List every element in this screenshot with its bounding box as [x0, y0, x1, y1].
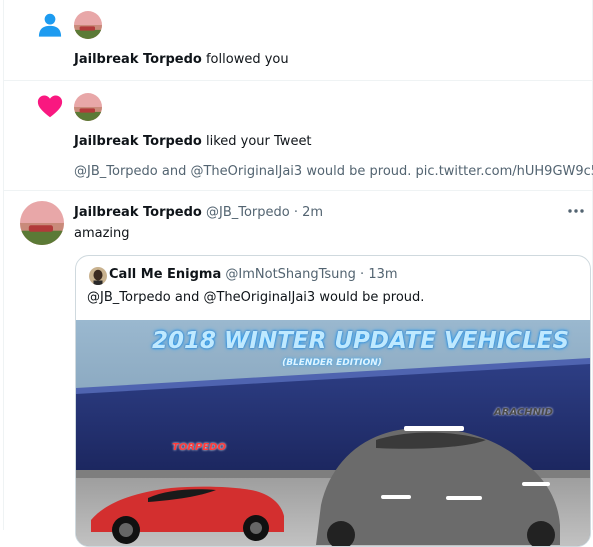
- tweet-author-handle[interactable]: @JB_Torpedo: [206, 205, 290, 220]
- tweet-author-name[interactable]: Jailbreak Torpedo: [74, 205, 202, 220]
- quoted-author-handle[interactable]: @ImNotShangTsung: [225, 267, 356, 282]
- more-horizontal-icon[interactable]: [566, 203, 586, 219]
- notification-action-text: followed you: [205, 52, 289, 67]
- media-subtitle: (BLENDER EDITION): [282, 358, 382, 368]
- tweet-time[interactable]: 2m: [302, 205, 323, 220]
- media-title: 2018 WINTER UPDATE VEHICLES: [152, 328, 570, 354]
- quoted-author-avatar[interactable]: [89, 267, 107, 285]
- notification-user-name[interactable]: Jailbreak Torpedo: [74, 52, 202, 67]
- media-label-torpedo: TORPEDO: [172, 442, 226, 453]
- media-label-arachnid: ARACHNID: [494, 407, 553, 418]
- tweet-author-avatar[interactable]: [20, 201, 64, 245]
- tweet-text: amazing: [74, 226, 130, 241]
- quoted-author-name[interactable]: Call Me Enigma: [109, 267, 221, 282]
- divider: [4, 80, 592, 81]
- quoted-separator: ·: [360, 267, 365, 282]
- divider: [4, 190, 592, 191]
- quoted-tweet[interactable]: Call Me Enigma @ImNotShangTsung · 13m @J…: [75, 255, 591, 547]
- person-icon: [38, 13, 62, 37]
- avatar[interactable]: [74, 11, 102, 39]
- tweet-separator: ·: [293, 205, 299, 220]
- notification-user-name[interactable]: Jailbreak Torpedo: [74, 134, 202, 149]
- liked-tweet-preview[interactable]: @JB_Torpedo and @TheOriginalJai3 would b…: [74, 164, 593, 179]
- quoted-time[interactable]: 13m: [368, 267, 397, 282]
- quoted-media-image[interactable]: 2018 WINTER UPDATE VEHICLES (BLENDER EDI…: [76, 320, 590, 546]
- avatar[interactable]: [74, 93, 102, 121]
- notification-action-text: liked your Tweet: [205, 134, 312, 149]
- heart-icon: [37, 95, 63, 118]
- quoted-text: @JB_Torpedo and @TheOriginalJai3 would b…: [87, 290, 425, 305]
